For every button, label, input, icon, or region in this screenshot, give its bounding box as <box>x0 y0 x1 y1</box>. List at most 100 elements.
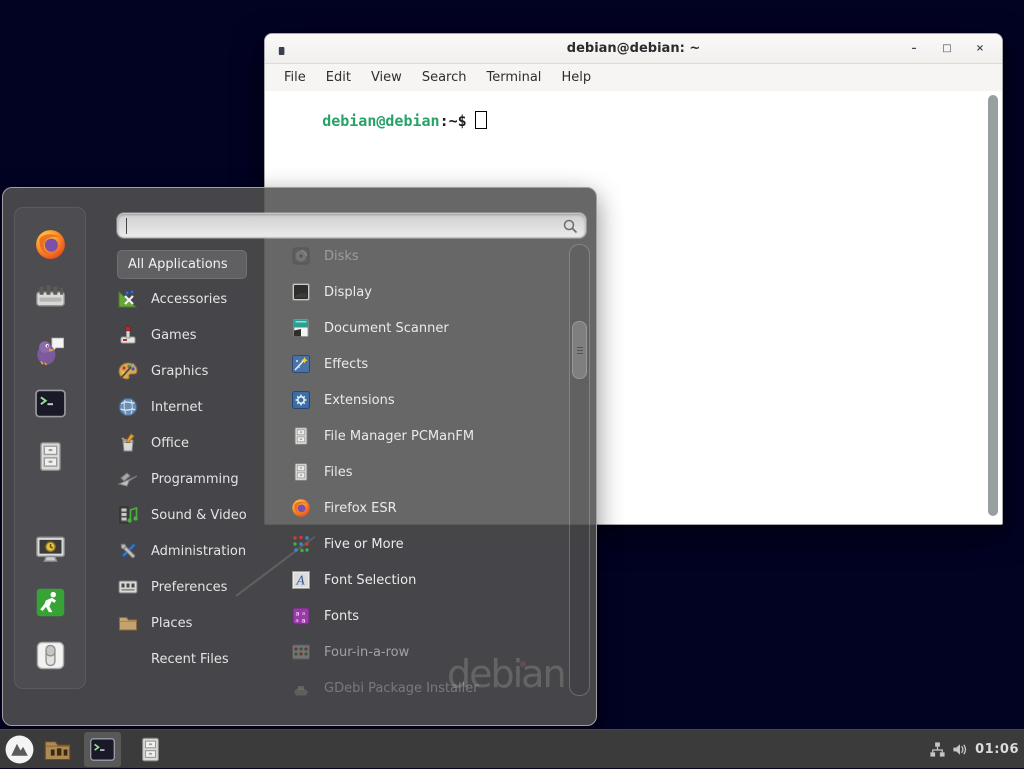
category-label: Games <box>151 328 196 343</box>
app-display[interactable]: Display <box>291 274 563 310</box>
terminal-menu-file[interactable]: File <box>274 64 316 91</box>
administration-icon <box>117 540 139 562</box>
app-label: Five or More <box>324 537 404 552</box>
shell-prompt: debian@debian:~$ <box>268 93 487 148</box>
taskbar-terminal-task[interactable] <box>84 732 121 767</box>
favorite-input-settings[interactable] <box>34 281 67 314</box>
app-gdebi-package-installer[interactable]: GDebi Package Installer <box>291 670 563 706</box>
favorite-shutdown[interactable] <box>34 639 67 672</box>
preferences-icon <box>117 576 139 598</box>
volume-icon[interactable] <box>952 741 969 758</box>
system-tray: 01:06 <box>929 730 1024 769</box>
app-label: Font Selection <box>324 573 416 588</box>
svg-text:A: A <box>296 574 306 588</box>
terminal-menu-terminal[interactable]: Terminal <box>476 64 551 91</box>
taskbar-menu-button[interactable] <box>4 734 35 765</box>
extensions-icon <box>291 390 311 410</box>
category-label: Sound & Video <box>151 508 247 523</box>
terminal-scrollbar-thumb[interactable] <box>988 95 998 516</box>
maximize-button[interactable]: □ <box>937 34 957 63</box>
disks-icon <box>291 246 311 266</box>
games-icon <box>117 324 139 346</box>
category-graphics[interactable]: Graphics <box>117 353 289 389</box>
terminal-titlebar[interactable]: debian@debian: ~ – □ × <box>265 34 1002 64</box>
blank-icon <box>117 648 139 670</box>
close-button[interactable]: × <box>970 34 990 63</box>
four-in-a-row-icon <box>291 642 311 662</box>
category-places[interactable]: Places <box>117 605 289 641</box>
terminal-menubar: FileEditViewSearchTerminalHelp <box>265 64 1002 92</box>
app-file-manager-pcmanfm[interactable]: File Manager PCManFM <box>291 418 563 454</box>
terminal-menu-help[interactable]: Help <box>551 64 601 91</box>
category-games[interactable]: Games <box>117 317 289 353</box>
app-label: GDebi Package Installer <box>324 681 479 696</box>
application-list: Disks Display Document Scanner Effects Exten… <box>291 238 563 706</box>
effects-icon <box>291 354 311 374</box>
app-five-or-more[interactable]: Five or More <box>291 526 563 562</box>
app-list-scrollbar-thumb[interactable] <box>572 321 587 379</box>
favorite-terminal[interactable] <box>34 387 67 420</box>
network-icon[interactable] <box>929 741 946 758</box>
prompt-tail: :~$ <box>440 112 467 130</box>
app-disks[interactable]: Disks <box>291 238 563 274</box>
category-accessories[interactable]: Accessories <box>117 281 289 317</box>
app-font-selection[interactable]: A Font Selection <box>291 562 563 598</box>
terminal-menu-edit[interactable]: Edit <box>316 64 361 91</box>
app-files[interactable]: Files <box>291 454 563 490</box>
category-label: Internet <box>151 400 203 415</box>
app-document-scanner[interactable]: Document Scanner <box>291 310 563 346</box>
app-label: Fonts <box>324 609 359 624</box>
category-sound-video[interactable]: Sound & Video <box>117 497 289 533</box>
fonts-icon: aaaa <box>291 606 311 626</box>
gdebi-icon <box>291 678 311 698</box>
app-label: File Manager PCManFM <box>324 429 474 444</box>
category-administration[interactable]: Administration <box>117 533 289 569</box>
filter-all-applications[interactable]: All Applications <box>117 250 247 279</box>
display-icon <box>291 282 311 302</box>
terminal-cursor <box>475 111 487 129</box>
app-effects[interactable]: Effects <box>291 346 563 382</box>
category-preferences[interactable]: Preferences <box>117 569 289 605</box>
favorite-file-manager[interactable] <box>34 440 67 473</box>
favorite-logout[interactable] <box>34 586 67 619</box>
terminal-menu-search[interactable]: Search <box>412 64 477 91</box>
taskbar-files-launcher[interactable] <box>137 736 164 763</box>
app-label: Four-in-a-row <box>324 645 409 660</box>
app-four-in-a-row[interactable]: Four-in-a-row <box>291 634 563 670</box>
svg-text:a: a <box>302 617 306 625</box>
app-firefox-esr[interactable]: Firefox ESR <box>291 490 563 526</box>
app-fonts[interactable]: aaaa Fonts <box>291 598 563 634</box>
terminal-menu-view[interactable]: View <box>361 64 412 91</box>
terminal-window-icon <box>278 42 286 54</box>
minimize-button[interactable]: – <box>904 34 924 63</box>
text-caret <box>126 218 127 234</box>
favorite-screensaver[interactable] <box>34 533 67 566</box>
app-label: Effects <box>324 357 368 372</box>
document-scanner-icon <box>291 318 311 338</box>
application-menu: All Applications Accessories Games Graphic… <box>2 187 597 726</box>
favorite-firefox[interactable] <box>34 228 67 261</box>
five-or-more-icon <box>291 534 311 554</box>
search-input[interactable] <box>117 213 586 238</box>
favorites-sidebar <box>14 207 86 689</box>
category-internet[interactable]: Internet <box>117 389 289 425</box>
app-label: Display <box>324 285 372 300</box>
category-programming[interactable]: Programming <box>117 461 289 497</box>
terminal-scrollbar[interactable] <box>987 94 1000 518</box>
file-cabinet-icon <box>291 462 311 482</box>
accessories-icon <box>117 288 139 310</box>
category-label: Administration <box>151 544 246 559</box>
programming-icon <box>117 468 139 490</box>
file-cabinet-icon <box>291 426 311 446</box>
category-recent-files[interactable]: Recent Files <box>117 641 289 677</box>
category-label: Places <box>151 616 192 631</box>
category-label: Recent Files <box>151 652 229 667</box>
app-extensions[interactable]: Extensions <box>291 382 563 418</box>
app-list-scrollbar[interactable] <box>569 244 590 696</box>
taskbar: 01:06 <box>0 729 1024 768</box>
favorite-pidgin[interactable] <box>34 334 67 367</box>
firefox-icon <box>291 498 311 518</box>
category-office[interactable]: Office <box>117 425 289 461</box>
taskbar-file-manager-launcher[interactable] <box>43 735 72 764</box>
app-label: Document Scanner <box>324 321 449 336</box>
